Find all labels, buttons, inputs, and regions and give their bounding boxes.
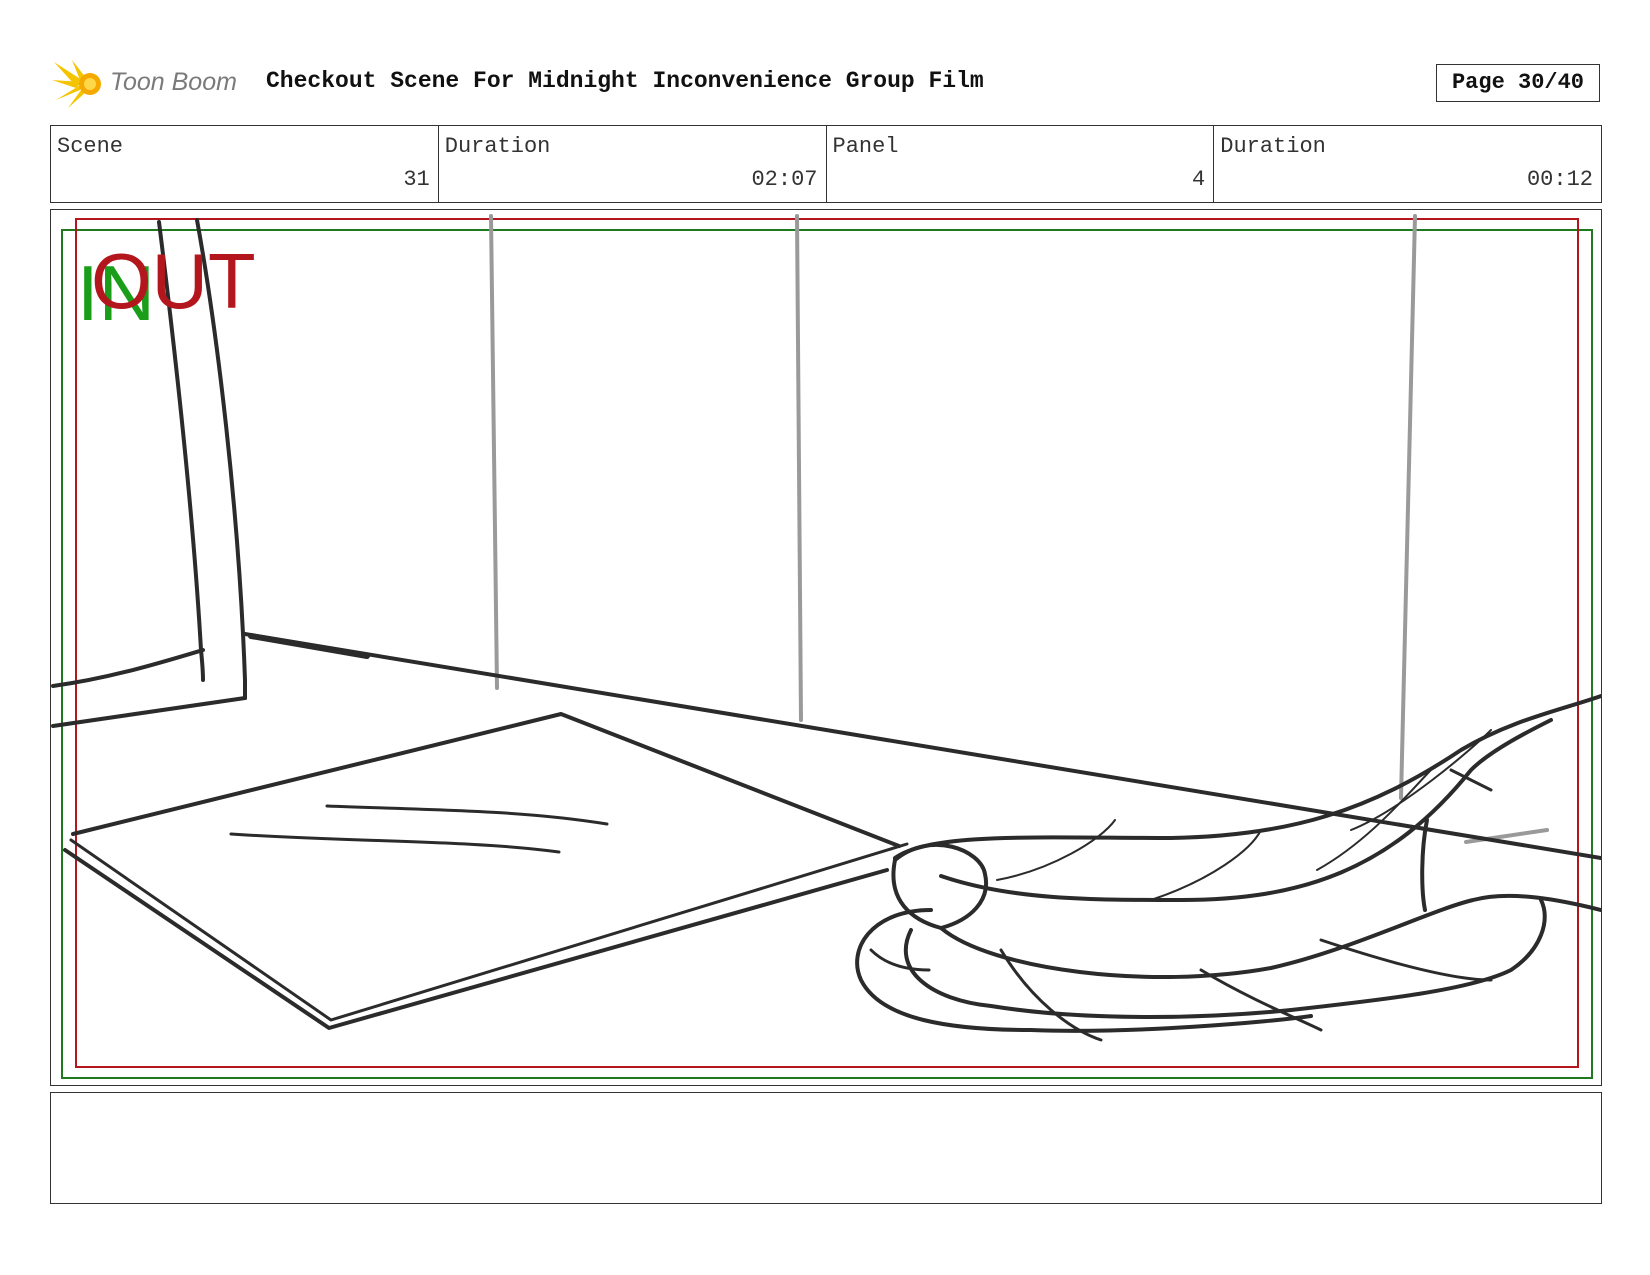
scene-label: Scene (57, 134, 124, 159)
panel-sketch (51, 214, 1601, 1079)
panel-notes-box[interactable] (50, 1092, 1602, 1204)
out-marker: OUT (91, 237, 256, 325)
panel-duration-value: 00:12 (1526, 167, 1593, 192)
sketch-lines (51, 218, 1601, 1042)
storyboard-panel: IN OUT (50, 209, 1602, 1086)
panel-label: Panel (832, 134, 899, 159)
scene-cell: Scene 31 (51, 126, 439, 202)
panel-duration-label: Duration (1220, 134, 1326, 159)
logo-text: Toon Boom (110, 68, 237, 96)
panel-duration-cell: Duration 00:12 (1214, 126, 1601, 202)
scene-duration-cell: Duration 02:07 (439, 126, 827, 202)
page-number: Page 30/40 (1436, 64, 1600, 102)
page-title: Checkout Scene For Midnight Inconvenienc… (266, 68, 984, 94)
scene-duration-label: Duration (444, 134, 551, 159)
scene-info-table: Scene 31 Duration 02:07 Panel 4 Duration… (50, 125, 1602, 203)
starburst-icon (52, 60, 101, 108)
scene-duration-value: 02:07 (751, 167, 818, 192)
panel-cell: Panel 4 (827, 126, 1215, 202)
camera-frame-in (61, 229, 1593, 1079)
scene-value: 31 (403, 167, 430, 192)
toon-boom-logo: Toon Boom (52, 58, 252, 110)
panel-value: 4 (1192, 167, 1206, 192)
